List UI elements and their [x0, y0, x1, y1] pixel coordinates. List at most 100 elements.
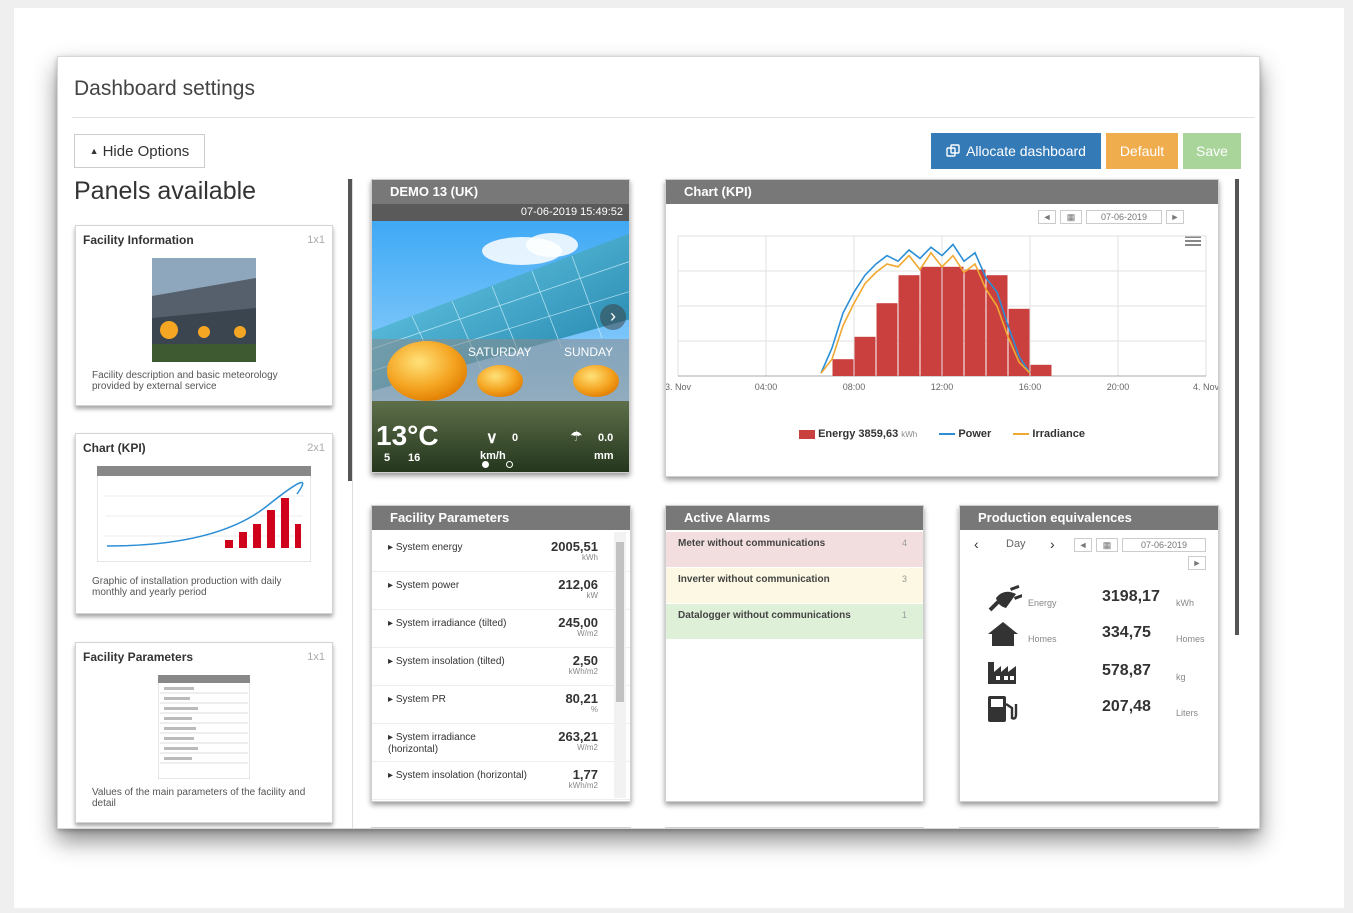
next-row-widget-edge: [959, 827, 1219, 828]
chart-kpi-thumbnail: [97, 466, 311, 562]
weather-rain-unit: mm: [594, 450, 614, 462]
legend-power-label: Power: [958, 428, 992, 440]
hide-options-label: Hide Options: [102, 142, 190, 160]
active-alarms-title: Active Alarms: [666, 506, 923, 530]
prev-date-button[interactable]: ◄: [1038, 210, 1056, 224]
factory-icon: [988, 662, 1016, 684]
panel-card-title: Facility Information: [83, 233, 194, 247]
hide-options-button[interactable]: ▲ Hide Options: [74, 134, 205, 168]
panel-card-facility-parameters[interactable]: Facility Parameters 1x1 Values of the ma…: [75, 642, 333, 823]
calendar-icon[interactable]: ▦: [1060, 210, 1082, 224]
alarm-item[interactable]: Datalogger without communications 1: [666, 604, 923, 640]
panel-card-size: 2x1: [307, 442, 325, 454]
panel-card-header: Facility Parameters 1x1: [76, 643, 332, 671]
legend-swatch-power: [939, 433, 956, 436]
weather-temperature: 13°C: [376, 420, 439, 451]
carousel-dot[interactable]: [506, 461, 513, 468]
legend-energy-value: 3859,63: [858, 428, 899, 440]
equivalence-row-homes: Homes 334,75 Homes: [986, 620, 1216, 650]
parameter-row[interactable]: ▸ System insolation (tilted) 2,50 kWh/m2: [372, 648, 630, 686]
next-period-icon[interactable]: ›: [1050, 536, 1055, 552]
parameter-value: 80,21: [565, 691, 598, 706]
facility-parameters-scrollbar[interactable]: [614, 532, 626, 798]
parameter-unit: kW: [586, 591, 598, 600]
next-arrow-icon[interactable]: ›: [600, 304, 626, 330]
equivalence-unit: Homes: [1176, 634, 1205, 644]
dashboard-scrollbar[interactable]: [1235, 179, 1239, 635]
legend-energy-unit: kWh: [901, 430, 918, 439]
prev-date-button[interactable]: ◄: [1074, 538, 1092, 552]
equivalence-unit: Liters: [1176, 708, 1199, 718]
alarm-item[interactable]: Meter without communications 4: [666, 532, 923, 568]
alarm-count: 4: [901, 538, 907, 548]
production-date-field[interactable]: 07-06-2019: [1122, 538, 1206, 552]
energy-bar: [832, 359, 854, 376]
legend-energy-label: Energy: [818, 428, 856, 440]
panels-divider: [352, 179, 353, 828]
equivalence-value: 3198,17: [1102, 588, 1160, 605]
parameter-value: 2005,51: [551, 539, 598, 554]
panel-card-facility-information[interactable]: Facility Information 1x1 Facility descri…: [75, 225, 333, 406]
weather-day-2: SUNDAY: [564, 345, 614, 359]
legend-item-power[interactable]: Power: [939, 428, 991, 440]
panel-card-title: Chart (KPI): [83, 441, 146, 455]
alarm-label: Meter without communications: [678, 538, 826, 549]
carousel-dot-active[interactable]: [482, 461, 489, 468]
legend-item-irradiance[interactable]: Irradiance: [1013, 428, 1085, 440]
kpi-date-field[interactable]: 07-06-2019: [1086, 210, 1162, 224]
weather-rain: 0.0: [598, 432, 614, 444]
chart-kpi-widget[interactable]: Chart (KPI) ◄ ▦ 07-06-2019 ► 3. Nov 04:00…: [665, 179, 1219, 477]
scrollbar-thumb[interactable]: [616, 542, 624, 702]
alarm-item[interactable]: Inverter without communication 3: [666, 568, 923, 604]
facility-parameters-list: ▸ System energy 2005,51 kWh ▸ System power 2…: [372, 530, 630, 800]
x-tick-label: 04:00: [755, 382, 778, 392]
equivalence-label: Homes: [1028, 634, 1057, 644]
next-row-widget-edge: [371, 827, 631, 828]
parameter-row[interactable]: ▸ System PR 80,21%: [372, 686, 630, 724]
panel-card-chart-kpi[interactable]: Chart (KPI) 2x1 Graphic of installation …: [75, 433, 333, 614]
allocate-dashboard-button[interactable]: Allocate dashboard: [931, 133, 1101, 169]
equivalence-label: Energy: [1028, 598, 1057, 608]
parameter-label: ▸ System power: [388, 580, 460, 591]
umbrella-icon: ☂: [570, 428, 583, 444]
parameter-row[interactable]: ▸ System irradiance (horizontal) 263,21 W/…: [372, 724, 630, 762]
equivalence-value: 578,87: [1102, 662, 1151, 679]
parameter-label: ▸ System energy: [388, 542, 463, 553]
energy-bar: [1008, 308, 1030, 376]
sun-icon: [477, 365, 523, 397]
parameter-row[interactable]: ▸ System irradiance (tilted) 245,00 W/m2: [372, 610, 630, 648]
calendar-icon[interactable]: ▦: [1096, 538, 1118, 552]
save-button[interactable]: Save: [1183, 133, 1241, 169]
equivalence-unit: kg: [1176, 672, 1186, 682]
parameter-value: 263,21: [558, 729, 598, 744]
plug-icon: [988, 584, 1022, 612]
legend-item-energy[interactable]: Energy 3859,63 kWh: [799, 428, 917, 440]
alarm-count: 1: [901, 610, 907, 620]
fuel-pump-icon: [988, 696, 1018, 722]
energy-bar: [942, 266, 964, 376]
production-equivalences-widget[interactable]: Production equivalences ‹ Day › ◄ ▦ 07-0…: [959, 505, 1219, 802]
energy-bar: [876, 303, 898, 376]
parameter-row[interactable]: ▸ System energy 2005,51 kWh: [372, 534, 630, 572]
equivalence-unit: kWh: [1176, 598, 1194, 608]
x-tick-label: 12:00: [931, 382, 954, 392]
weather-max-temp: 16: [408, 452, 421, 464]
dashboard-settings-window: Dashboard settings ▲ Hide Options Panels…: [57, 56, 1260, 829]
weather-wind: 0: [512, 432, 519, 444]
panels-available-title: Panels available: [74, 177, 257, 205]
production-equivalences-title: Production equivalences: [960, 506, 1218, 530]
prev-period-icon[interactable]: ‹: [974, 536, 979, 552]
parameter-row[interactable]: ▸ System power 212,06 kW: [372, 572, 630, 610]
period-label: Day: [1006, 538, 1026, 550]
x-tick-label: 4. Nov: [1193, 382, 1219, 392]
x-tick-label: 3. Nov: [666, 382, 692, 392]
default-button[interactable]: Default: [1106, 133, 1178, 169]
next-date-button[interactable]: ►: [1166, 210, 1184, 224]
facility-parameters-widget[interactable]: Facility Parameters ▸ System energy 2005,…: [371, 505, 631, 802]
parameter-unit: kWh: [582, 553, 598, 562]
active-alarms-widget[interactable]: Active Alarms Meter without communicatio…: [665, 505, 924, 802]
next-date-button[interactable]: ►: [1188, 556, 1206, 570]
parameter-row[interactable]: ▸ System insolation (horizontal) 1,77 kWh/…: [372, 762, 630, 800]
facility-parameters-thumbnail: [158, 675, 250, 779]
weather-widget[interactable]: DEMO 13 (UK) 07-06-2019 15:49:52 › SATUR…: [371, 179, 630, 473]
